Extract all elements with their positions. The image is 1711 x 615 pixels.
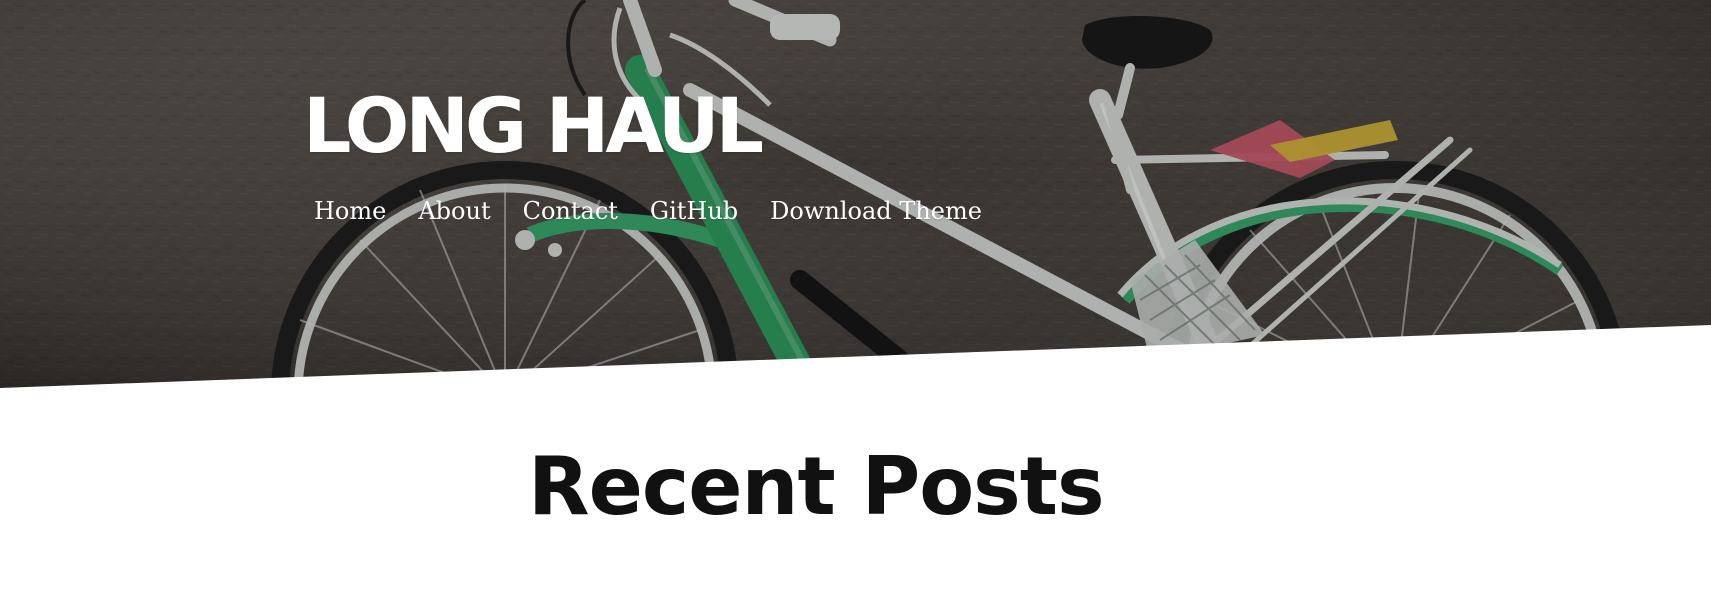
page: LONG HAUL Home About Contact GitHub Down… xyxy=(0,0,1711,615)
nav-download-theme-link[interactable]: Download Theme xyxy=(770,199,982,223)
nav-github-link[interactable]: GitHub xyxy=(650,199,738,223)
nav-about-link[interactable]: About xyxy=(418,199,490,223)
recent-posts-heading: Recent Posts xyxy=(528,440,1105,533)
main-navigation: Home About Contact GitHub Download Theme xyxy=(314,199,982,223)
nav-home-link[interactable]: Home xyxy=(314,199,386,223)
nav-contact-link[interactable]: Contact xyxy=(523,199,618,223)
site-header: LONG HAUL Home About Contact GitHub Down… xyxy=(0,0,1711,400)
site-title[interactable]: LONG HAUL xyxy=(303,88,764,164)
